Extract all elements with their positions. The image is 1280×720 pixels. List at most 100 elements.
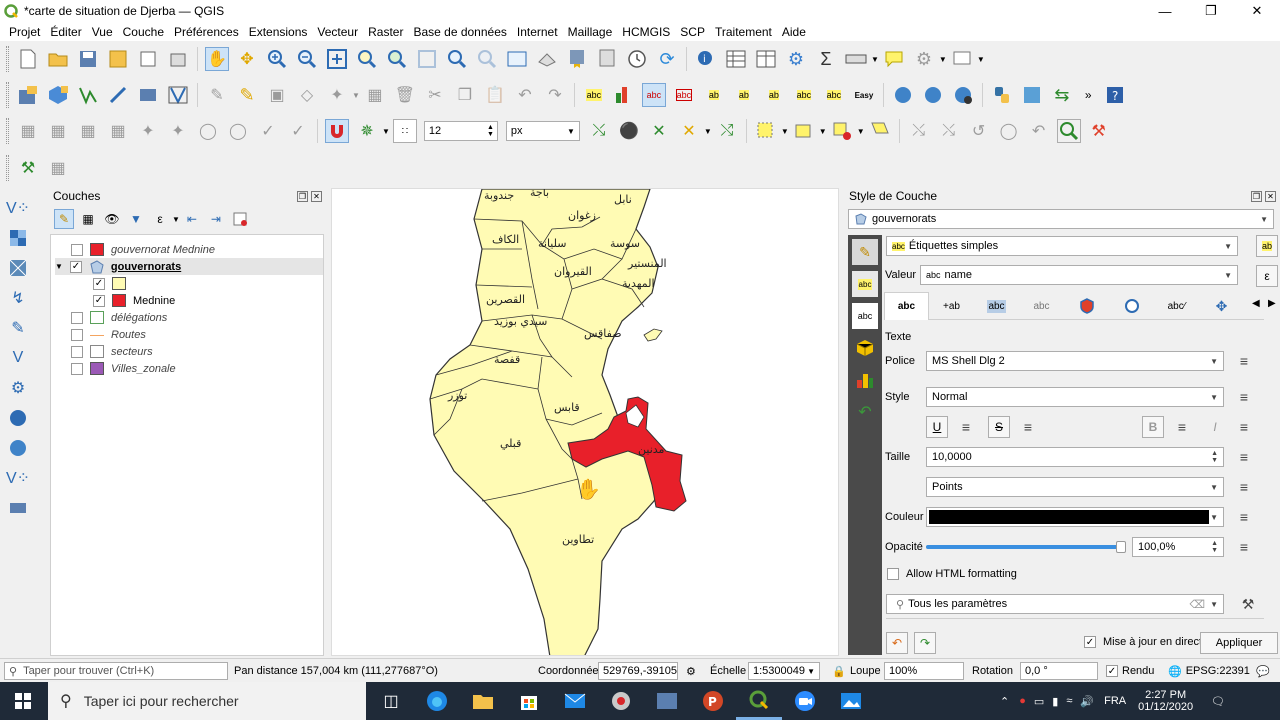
- print-layout-icon[interactable]: [136, 47, 160, 71]
- data-source-manager-icon[interactable]: [16, 83, 40, 107]
- settings-search-input[interactable]: ⚲ Tous les paramètres ⌫ ▼: [886, 594, 1224, 614]
- rotation-spinbox[interactable]: 0,0 °: [1020, 662, 1098, 680]
- photos-app-icon[interactable]: [828, 682, 874, 720]
- snap-unit-select[interactable]: px ▼: [505, 121, 580, 141]
- labels-tab-icon[interactable]: abc: [852, 271, 878, 297]
- easy-custom-labeling-icon[interactable]: Easy: [852, 83, 876, 107]
- close-panel-icon[interactable]: ✕: [311, 190, 322, 202]
- snap-type-icon[interactable]: ∷: [392, 119, 417, 143]
- settings-wrench-icon[interactable]: ⚒: [1238, 595, 1258, 613]
- layer-checkbox[interactable]: [71, 362, 83, 375]
- digitize-icon-9[interactable]: ✓: [256, 119, 280, 143]
- label-toolbar-abc-icon[interactable]: abc: [582, 83, 606, 107]
- field-calculator-icon[interactable]: [754, 47, 778, 71]
- temporal-controller-icon[interactable]: [625, 47, 649, 71]
- opacity-slider[interactable]: [926, 541, 1126, 553]
- advanced-digitize-4-icon[interactable]: ◯: [997, 119, 1021, 143]
- locator-search-input[interactable]: ⚲ Taper pour trouver (Ctrl+K): [4, 662, 228, 680]
- data-defined-override-icon[interactable]: ≡: [956, 418, 976, 436]
- vertex-tool-icon[interactable]: ✦: [325, 83, 349, 107]
- float-panel-icon[interactable]: ❐: [1251, 190, 1262, 202]
- map-canvas[interactable]: باجة جندوبة نابل زغوان الكاف سليانة سوسة…: [331, 188, 839, 656]
- advanced-digitize-3-icon[interactable]: ↺: [967, 119, 991, 143]
- tab-scroll-right-icon[interactable]: ▶: [1268, 298, 1276, 309]
- gps-icon[interactable]: ⚙: [912, 47, 936, 71]
- layer-styling-icon[interactable]: ✎: [54, 209, 74, 229]
- measure-icon[interactable]: [844, 47, 868, 71]
- data-defined-override-icon[interactable]: ≡: [1234, 448, 1254, 466]
- tab-text[interactable]: abc: [884, 292, 929, 320]
- menu-raster[interactable]: Raster: [363, 25, 408, 39]
- digitize-icon-6[interactable]: ✦: [166, 119, 190, 143]
- new-geopackage-icon[interactable]: [46, 83, 70, 107]
- zoom-app-icon[interactable]: [782, 682, 828, 720]
- zoom-full-icon[interactable]: [325, 47, 349, 71]
- show-hide-labels-icon[interactable]: abc: [792, 83, 816, 107]
- qgis-taskbar-icon[interactable]: [736, 682, 782, 720]
- task-view-icon[interactable]: ◫: [368, 682, 414, 720]
- data-defined-override-icon[interactable]: ≡: [1234, 418, 1254, 436]
- redo-icon[interactable]: ↷: [543, 83, 567, 107]
- layer-item-delegations[interactable]: délégations: [71, 309, 167, 326]
- live-update-checkbox-box[interactable]: ✓: [1084, 636, 1096, 648]
- digitize-icon-2[interactable]: ▦: [46, 119, 70, 143]
- layer-item-secteurs[interactable]: secteurs: [71, 343, 153, 360]
- label-options-icon[interactable]: ab: [1256, 235, 1278, 257]
- zoom-selection-icon[interactable]: [355, 47, 379, 71]
- expand-all-icon[interactable]: ⇤: [182, 209, 202, 229]
- zoom-native-icon[interactable]: [415, 47, 439, 71]
- maximize-button[interactable]: ❐: [1188, 0, 1234, 22]
- plugin-tool-icon[interactable]: ▦: [46, 156, 70, 180]
- layer-item-gouvernorats[interactable]: ▼ ✓ gouvernorats: [55, 258, 323, 275]
- add-feature-icon[interactable]: ◇: [295, 83, 319, 107]
- windows-start-icon[interactable]: [0, 682, 46, 720]
- show-bookmarks-icon[interactable]: [595, 47, 619, 71]
- allow-html-checkbox-box[interactable]: [887, 568, 899, 580]
- coordinate-input[interactable]: 529769,-39105: [598, 662, 678, 680]
- tab-mask[interactable]: abc: [1019, 292, 1064, 320]
- label-properties-icon[interactable]: abc: [822, 83, 846, 107]
- underline-button[interactable]: U: [926, 416, 948, 438]
- data-defined-override-icon[interactable]: ≡: [1018, 418, 1038, 436]
- bookmark-icon[interactable]: [565, 47, 589, 71]
- layer-checkbox[interactable]: ✓: [69, 260, 82, 273]
- open-project-icon[interactable]: [46, 47, 70, 71]
- move-label-icon[interactable]: ab: [702, 83, 726, 107]
- snapping-magnet-icon[interactable]: [325, 119, 349, 143]
- add-wms-icon[interactable]: [6, 406, 30, 430]
- cut-features-icon[interactable]: ✂: [423, 83, 447, 107]
- taskbar-search-input[interactable]: ⚲ Taper ici pour rechercher: [48, 682, 366, 720]
- data-defined-override-icon[interactable]: ≡: [1234, 508, 1254, 526]
- digitize-icon-5[interactable]: ✦: [136, 119, 160, 143]
- digitize-icon-10[interactable]: ✓: [286, 119, 310, 143]
- crs-status[interactable]: 🌐 EPSG:22391: [1168, 662, 1250, 680]
- layer-checkbox[interactable]: [71, 243, 83, 256]
- layer-select[interactable]: gouvernorats ▼: [848, 209, 1274, 229]
- redo-style-icon[interactable]: ↷: [914, 632, 936, 654]
- tray-app-icon[interactable]: ●: [1019, 695, 1026, 707]
- python-console-icon[interactable]: [990, 83, 1014, 107]
- zoom-last-icon[interactable]: [445, 47, 469, 71]
- wms-layer-icon[interactable]: [921, 83, 945, 107]
- scale-lock-icon[interactable]: ⚙: [686, 662, 696, 680]
- new-3d-view-icon[interactable]: [535, 47, 559, 71]
- pan-to-selection-icon[interactable]: ✥: [235, 47, 259, 71]
- apply-button[interactable]: Appliquer: [1200, 632, 1278, 654]
- battery-icon[interactable]: ▮: [1052, 695, 1058, 708]
- data-defined-override-icon[interactable]: ≡: [1234, 478, 1254, 496]
- filter-expression-icon[interactable]: ε: [150, 209, 170, 229]
- undo-style-icon[interactable]: ↶: [886, 632, 908, 654]
- tab-placement-icon[interactable]: ✥: [1199, 292, 1244, 320]
- collapse-arrow-icon[interactable]: ▼: [55, 262, 63, 271]
- snipping-tool-icon[interactable]: [644, 682, 690, 720]
- menu-traitement[interactable]: Traitement: [710, 25, 777, 39]
- symbology-tab-icon[interactable]: ✎: [852, 239, 878, 265]
- select-by-value-icon[interactable]: [792, 119, 816, 143]
- menu-vue[interactable]: Vue: [87, 25, 118, 39]
- rotate-label-icon[interactable]: ab: [732, 83, 756, 107]
- add-mesh-layer-icon[interactable]: [6, 256, 30, 280]
- processing-toolbox-icon[interactable]: ⚙: [784, 47, 808, 71]
- processing-tool-icon[interactable]: ⚒: [1087, 119, 1111, 143]
- menu-scp[interactable]: SCP: [675, 25, 710, 39]
- scale-select[interactable]: 1:5300049 ▼: [748, 662, 820, 680]
